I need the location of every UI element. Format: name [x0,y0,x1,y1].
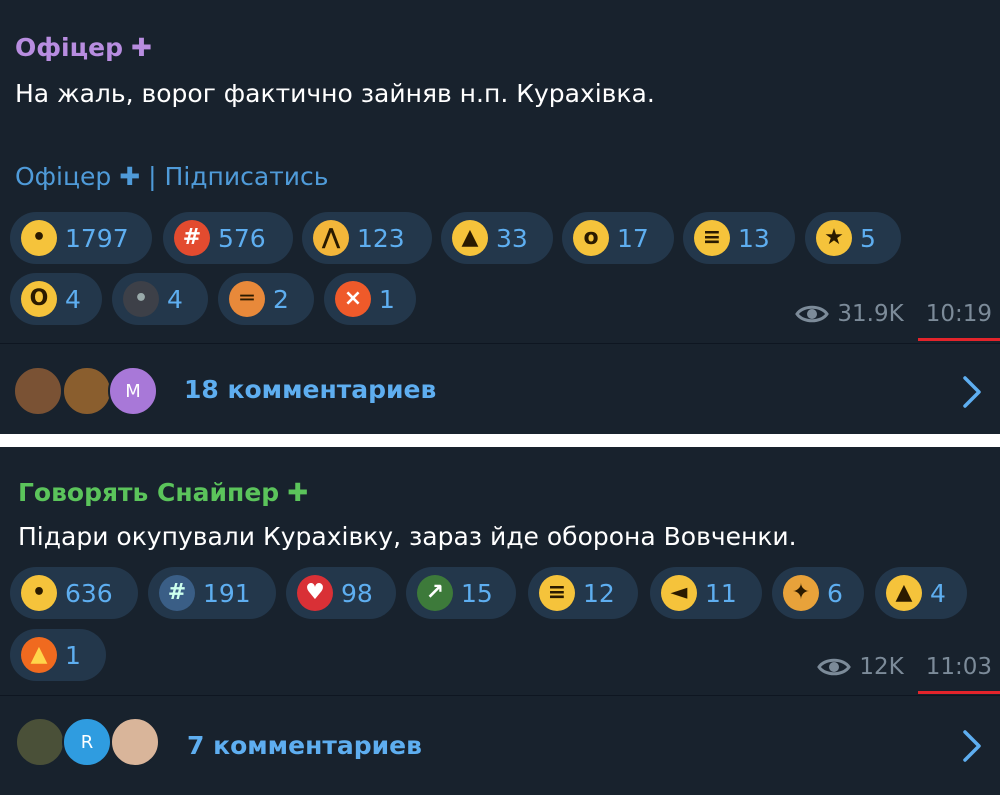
message-post-2: Говорять Снайпер ✚ Підари окупували Курах… [0,447,1000,795]
reaction-chip[interactable]: ♥ 98 [286,567,396,619]
star-struck-face-icon: ★ [816,220,852,256]
signature-channel-name[interactable]: Офіцер [15,162,111,191]
divider [0,343,1000,344]
view-count: 12K [859,654,904,680]
reaction-chip[interactable]: O 4 [10,273,102,325]
reaction-count: 6 [827,578,843,608]
signature: Офіцер ✚ | Підписатись [15,162,329,191]
pointing-hand-icon: ◄ [661,575,697,611]
avatar [110,717,160,767]
reaction-chip[interactable]: ↗ 15 [406,567,516,619]
reaction-chip[interactable]: ≡ 13 [683,212,795,264]
fire-icon: ▲ [21,637,57,673]
plus-icon: ✚ [131,33,152,62]
champagne-icon: ↗ [417,575,453,611]
reaction-count: 4 [65,284,81,314]
reaction-count: 2 [273,284,289,314]
reaction-chip[interactable]: • 636 [10,567,138,619]
reaction-chip[interactable]: ═ 2 [218,273,314,325]
hot-dog-icon: ═ [229,281,265,317]
chevron-right-icon [963,730,981,762]
reaction-chip[interactable]: × 1 [324,273,416,325]
author-name-text: Говорять Снайпер [18,478,280,507]
reaction-chip[interactable]: ✦ 6 [772,567,864,619]
cursing-face-icon: # [174,220,210,256]
eye-icon [795,305,830,323]
comments-link[interactable]: 7 комментариев [187,731,422,760]
message-meta: 31.9K 10:19 [795,301,992,327]
cursing-face-icon: # [159,575,195,611]
reaction-chip[interactable]: • 4 [112,273,208,325]
thumbs-up-icon: ▲ [886,575,922,611]
reaction-count: 1 [65,640,81,670]
reaction-count: 123 [357,223,405,253]
reaction-chip[interactable]: ▲ 33 [441,212,553,264]
reaction-count: 576 [218,223,266,253]
party-popper-icon: ✦ [783,575,819,611]
message-text: На жаль, ворог фактично зайняв н.п. Кура… [15,79,655,108]
message-text: Підари окупували Курахівку, зараз йде об… [18,522,797,551]
time-highlight-underline [918,338,1000,341]
message-time: 11:03 [925,654,992,680]
avatar: M [108,366,158,416]
time-highlight-underline [918,691,1000,694]
avatar [15,717,65,767]
chevron-right-icon [963,376,981,408]
comments-link[interactable]: 18 комментариев [184,375,436,404]
reaction-count: 191 [203,578,251,608]
avatar: R [62,717,112,767]
reaction-chip[interactable]: ▲ 1 [10,629,106,681]
crying-face-icon: • [21,575,57,611]
reaction-count: 13 [738,223,770,253]
grimacing-face-icon: ≡ [694,220,730,256]
avatar [13,366,63,416]
reaction-chip[interactable]: ⋀ 123 [302,212,432,264]
reaction-chip[interactable]: ≡ 12 [528,567,638,619]
author-name-text: Офіцер [15,33,124,62]
author-name[interactable]: Офіцер ✚ [15,33,152,62]
reaction-count: 33 [496,223,528,253]
reaction-chip[interactable]: • 1797 [10,212,152,264]
reaction-count: 15 [461,578,493,608]
fearful-face-icon: o [573,220,609,256]
screaming-face-icon: O [21,281,57,317]
thumbs-up-icon: ▲ [452,220,488,256]
reaction-count: 1 [379,284,395,314]
divider [0,695,1000,696]
message-meta: 12K 11:03 [817,654,992,680]
broken-heart-icon: ♥ [297,575,333,611]
reaction-chip[interactable]: ▲ 4 [875,567,967,619]
reaction-count: 5 [860,223,876,253]
avatar [62,366,112,416]
new-moon-face-icon: • [123,281,159,317]
signature-separator: | [148,162,157,191]
angry-face-icon: × [335,281,371,317]
reaction-chip[interactable]: o 17 [562,212,674,264]
reaction-count: 12 [583,578,615,608]
reaction-count: 4 [930,578,946,608]
reaction-chip[interactable]: # 576 [163,212,293,264]
reaction-chip[interactable]: ◄ 11 [650,567,762,619]
reaction-count: 1797 [65,223,129,253]
plus-icon: ✚ [287,478,309,507]
author-name[interactable]: Говорять Снайпер ✚ [18,478,308,507]
subscribe-link[interactable]: Підписатись [165,162,329,191]
message-post-1: Офіцер ✚ На жаль, ворог фактично зайняв н… [0,0,1000,434]
crying-face-icon: • [21,220,57,256]
plus-icon: ✚ [119,162,141,191]
message-time: 10:19 [925,301,992,327]
reaction-chip[interactable]: ★ 5 [805,212,901,264]
reaction-count: 636 [65,578,113,608]
view-count: 31.9K [837,301,904,327]
reaction-chip[interactable]: # 191 [148,567,276,619]
grimacing-face-icon: ≡ [539,575,575,611]
reaction-count: 4 [167,284,183,314]
reaction-count: 17 [617,223,649,253]
reaction-count: 98 [341,578,373,608]
eye-icon [817,658,852,676]
folded-hands-icon: ⋀ [313,220,349,256]
reaction-count: 11 [705,578,737,608]
